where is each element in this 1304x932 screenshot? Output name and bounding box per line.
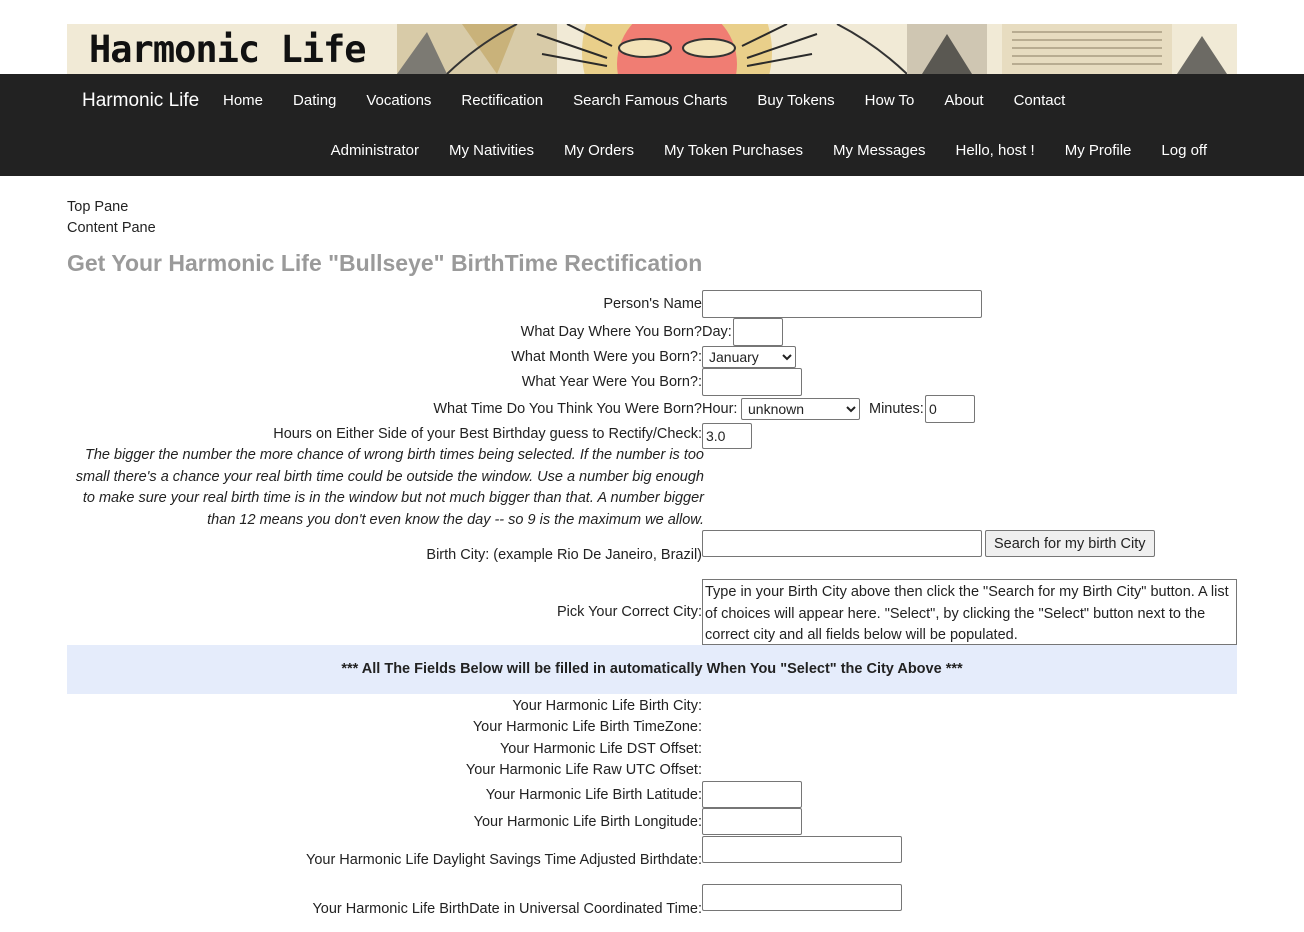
latitude-input[interactable] (702, 781, 802, 808)
birth-city-input[interactable] (702, 530, 982, 557)
nav-my-messages[interactable]: My Messages (818, 141, 941, 161)
longitude-input[interactable] (702, 808, 802, 835)
hour-prefix: Hour: (702, 401, 738, 417)
city-results-box: Type in your Birth City above then click… (702, 579, 1237, 645)
nav-my-token-purchases[interactable]: My Token Purchases (649, 141, 818, 161)
nav-dating[interactable]: Dating (278, 91, 351, 111)
utc-birthdate-label: Your Harmonic Life BirthDate in Universa… (312, 901, 702, 917)
nav-contact[interactable]: Contact (999, 91, 1081, 111)
nav-buy-tokens[interactable]: Buy Tokens (742, 91, 849, 111)
page-title: Get Your Harmonic Life "Bullseye" BirthT… (67, 250, 703, 276)
brand-link[interactable]: Harmonic Life (82, 90, 199, 112)
nav-my-orders[interactable]: My Orders (549, 141, 649, 161)
person-name-label: Person's Name (603, 296, 702, 312)
nav-search-famous-charts[interactable]: Search Famous Charts (558, 91, 742, 111)
birth-year-input[interactable] (702, 368, 802, 396)
nav-rectification[interactable]: Rectification (446, 91, 558, 111)
nav-my-nativities[interactable]: My Nativities (434, 141, 549, 161)
site-banner: Harmonic Life (67, 24, 1237, 74)
birth-city-label: Birth City: (example Rio De Janeiro, Bra… (426, 547, 702, 563)
birth-month-label: What Month Were you Born?: (511, 349, 702, 365)
rectify-hours-input[interactable] (702, 423, 752, 449)
autofill-notice: *** All The Fields Below will be filled … (67, 645, 1237, 694)
person-name-input[interactable] (702, 290, 982, 318)
navbar: Harmonic Life Home Dating Vocations Rect… (0, 74, 1304, 176)
nav-vocations[interactable]: Vocations (351, 91, 446, 111)
nav-user-greeting[interactable]: Hello, host ! (940, 141, 1049, 161)
nav-how-to[interactable]: How To (850, 91, 930, 111)
nav-home[interactable]: Home (208, 91, 278, 111)
result-birth-city-label: Your Harmonic Life Birth City: (512, 698, 702, 714)
search-city-button[interactable]: Search for my birth City (985, 530, 1155, 557)
content-pane-label: Content Pane (67, 220, 156, 236)
utc-birthdate-input[interactable] (702, 884, 902, 911)
birth-month-select[interactable]: January (702, 346, 796, 368)
dst-birthdate-input[interactable] (702, 836, 902, 863)
result-timezone-label: Your Harmonic Life Birth TimeZone: (472, 719, 702, 735)
latitude-label: Your Harmonic Life Birth Latitude: (485, 787, 702, 803)
rectify-hours-label: Hours on Either Side of your Best Birthd… (273, 426, 702, 442)
account-nav: Administrator My Nativities My Orders My… (316, 141, 1222, 161)
nav-about[interactable]: About (929, 91, 998, 111)
rectify-hours-help: The bigger the number the more chance of… (75, 447, 704, 528)
minutes-prefix: Minutes: (869, 401, 924, 417)
birth-minutes-input[interactable] (925, 395, 975, 423)
nav-log-off[interactable]: Log off (1146, 141, 1222, 161)
result-utc-offset-label: Your Harmonic Life Raw UTC Offset: (465, 762, 702, 778)
nav-administrator[interactable]: Administrator (316, 141, 434, 161)
day-prefix: Day: (702, 324, 732, 340)
birth-hour-select[interactable]: unknown (741, 398, 860, 420)
birth-day-input[interactable] (733, 318, 783, 346)
birth-year-label: What Year Were You Born?: (521, 374, 702, 390)
birth-day-label: What Day Where You Born? (520, 324, 702, 340)
primary-nav: Home Dating Vocations Rectification Sear… (208, 91, 1080, 111)
top-pane-label: Top Pane (67, 199, 129, 215)
longitude-label: Your Harmonic Life Birth Longitude: (473, 814, 702, 830)
site-logo[interactable]: Harmonic Life (89, 28, 367, 72)
result-dst-offset-label: Your Harmonic Life DST Offset: (499, 741, 702, 757)
pick-city-label: Pick Your Correct City: (556, 604, 702, 620)
dst-birthdate-label: Your Harmonic Life Daylight Savings Time… (305, 852, 702, 868)
nav-my-profile[interactable]: My Profile (1050, 141, 1147, 161)
birth-time-label: What Time Do You Think You Were Born? (433, 401, 702, 417)
